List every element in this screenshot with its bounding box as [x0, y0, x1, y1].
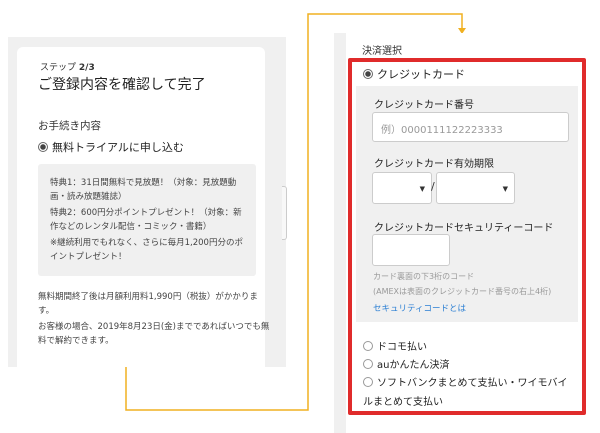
step-prefix: ステップ: [40, 63, 77, 73]
side-handle[interactable]: [282, 186, 287, 240]
step-indicator: ステップ 2/3: [40, 60, 95, 73]
fee-note: 無料期間終了後は月額利用料1,990円（税抜）がかかります。: [38, 292, 258, 316]
highlight-border: [348, 58, 586, 415]
radio-checked-icon[interactable]: [38, 142, 48, 152]
section-label: お手続き内容: [38, 120, 101, 132]
benefit-3: ※継続利用でもれなく、さらに毎月1,200円分のポイントプレゼント！: [50, 238, 243, 262]
page-title: ご登録内容を確認して完了: [38, 77, 206, 93]
cancel-note: お客様の場合、2019年8月23日(金)までであればいつでも無料で解約できます。: [38, 322, 270, 346]
payment-title: 決済選択: [362, 46, 402, 57]
benefit-1: 特典1：31日間無料で見放題！（対象：見放題動画・読み放題雑誌）: [50, 178, 237, 202]
benefit-box: 特典1：31日間無料で見放題！（対象：見放題動画・読み放題雑誌） 特典2：600…: [38, 164, 256, 276]
step-value: 2/3: [78, 63, 95, 73]
radio-free-trial-label: 無料トライアルに申し込む: [52, 141, 184, 154]
benefit-2: 特典2：600円分ポイントプレゼント！（対象：新作などのレンタル配信・コミック・…: [50, 208, 242, 232]
radio-free-trial[interactable]: 無料トライアルに申し込む: [38, 139, 184, 155]
